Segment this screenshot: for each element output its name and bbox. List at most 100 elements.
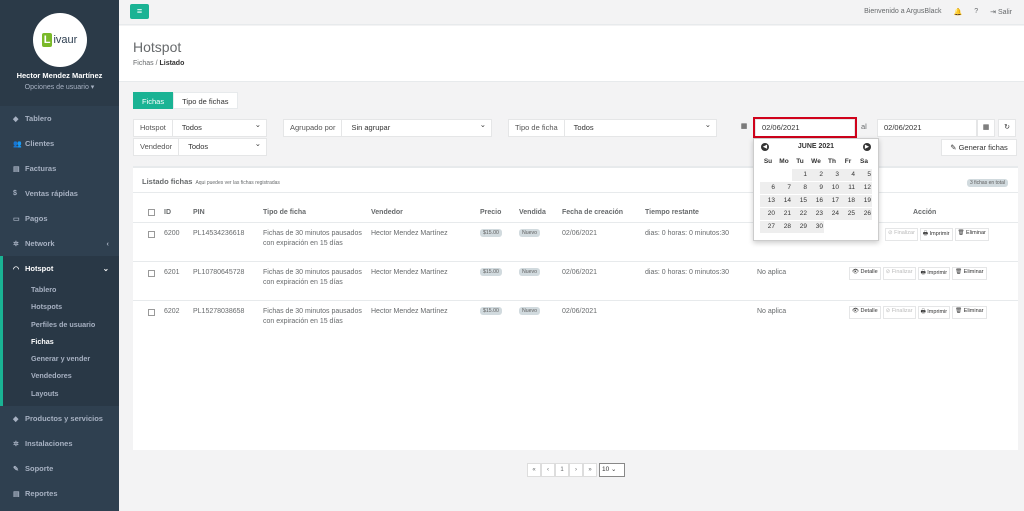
calendar-day[interactable]: 1 <box>792 169 808 181</box>
group-select[interactable]: Sin agrupar <box>342 117 491 136</box>
seller-select[interactable]: Todos <box>179 136 266 155</box>
col-pin[interactable]: PIN <box>193 209 205 216</box>
help-icon[interactable]: ? <box>974 8 978 16</box>
logout-link[interactable]: ⇥ Salir <box>990 8 1012 16</box>
detail-button[interactable]: 👁 Detalle <box>849 267 881 280</box>
calendar-icon: ▦ <box>740 123 748 130</box>
calendar-day[interactable]: 6 <box>760 182 776 194</box>
sub-item-generar[interactable]: Generar y vender <box>3 350 119 367</box>
user-options-menu[interactable]: Opciones de usuario ▾ <box>0 83 119 91</box>
calendar-day[interactable]: 19 <box>856 195 872 207</box>
calendar-day[interactable]: 11 <box>840 182 856 194</box>
calendar-day[interactable]: 25 <box>840 208 856 220</box>
tab-tipo-fichas[interactable]: Tipo de fichas <box>173 92 238 109</box>
row-checkbox[interactable] <box>148 270 155 277</box>
calendar-day[interactable]: 2 <box>808 169 824 181</box>
nav-item-soporte[interactable]: ✎ Soporte <box>0 456 119 481</box>
col-precio[interactable]: Precio <box>480 209 501 216</box>
print-button[interactable]: 🖶 Imprimir <box>917 306 951 319</box>
calendar-day[interactable]: 27 <box>760 221 776 233</box>
last-page-button[interactable]: » <box>583 463 597 477</box>
sub-item-vendedores[interactable]: Vendedores <box>3 367 119 384</box>
weekday-label: Tu <box>796 158 804 165</box>
nav-item-network[interactable]: ✲ Network ‹ <box>0 231 119 256</box>
row-checkbox[interactable] <box>148 231 155 238</box>
detail-button[interactable]: 👁 Detalle <box>849 306 881 319</box>
calendar-day[interactable]: 15 <box>792 195 808 207</box>
calendar-day[interactable]: 26 <box>856 208 872 220</box>
col-vendedor[interactable]: Vendedor <box>371 209 403 216</box>
chevron-left-icon: ‹ <box>106 239 110 248</box>
nav-item-hotspot[interactable]: ◠ Hotspot ⌄ <box>0 256 119 281</box>
sub-item-fichas[interactable]: Fichas <box>3 333 119 350</box>
sub-item-hotspots[interactable]: Hotspots <box>3 298 119 315</box>
col-tiempo[interactable]: Tiempo restante <box>645 209 699 216</box>
finish-button[interactable]: ⊘ Finalizar <box>882 267 916 280</box>
row-checkbox[interactable] <box>148 309 155 316</box>
nav-item-ventas[interactable]: $ Ventas rápidas <box>0 181 119 206</box>
calendar-day[interactable]: 22 <box>792 208 808 220</box>
nav-item-tablero[interactable]: ◆ Tablero <box>0 106 119 131</box>
sub-item-layouts[interactable]: Layouts <box>3 385 119 402</box>
nav-item-reportes[interactable]: ▤ Reportes <box>0 481 119 506</box>
calendar-day[interactable]: 12 <box>856 182 872 194</box>
date-to-input[interactable]: 02/06/2021 <box>877 119 977 137</box>
calendar-day[interactable]: 20 <box>760 208 776 220</box>
col-fecha[interactable]: Fecha de creación <box>562 209 623 216</box>
select-all-checkbox[interactable] <box>148 209 155 216</box>
calendar-day[interactable]: 28 <box>776 221 792 233</box>
prev-page-button[interactable]: ‹ <box>541 463 555 477</box>
calendar-day[interactable]: 21 <box>776 208 792 220</box>
calendar-day[interactable]: 16 <box>808 195 824 207</box>
calendar-day[interactable]: 4 <box>840 169 856 181</box>
profile-header: Livaur Hector Mendez Martínez Opciones d… <box>0 0 119 106</box>
calendar-day[interactable]: 3 <box>824 169 840 181</box>
calendar-day[interactable]: 29 <box>792 221 808 233</box>
page-1-button[interactable]: 1 <box>555 463 569 477</box>
calendar-icon[interactable]: ▦ <box>977 119 995 137</box>
col-tipo[interactable]: Tipo de ficha <box>263 209 306 216</box>
finish-button[interactable]: ⊘ Finalizar <box>885 228 918 241</box>
row-actions: ⊘ Finalizar 🖶 Imprimir 🗑 Eliminar <box>885 228 989 241</box>
hotspot-select[interactable]: Todos <box>173 117 266 136</box>
type-select[interactable]: Todos <box>565 117 716 136</box>
calendar-day[interactable]: 7 <box>776 182 792 194</box>
delete-button[interactable]: 🗑 Eliminar <box>952 267 987 280</box>
nav-item-instalaciones[interactable]: ✲ Instalaciones <box>0 431 119 456</box>
page-size-select[interactable]: 10 ⌄ <box>599 463 625 477</box>
nav-item-pagos[interactable]: ▭ Pagos <box>0 206 119 231</box>
print-button[interactable]: 🖶 Imprimir <box>919 228 953 241</box>
calendar-day[interactable]: 17 <box>824 195 840 207</box>
finish-button[interactable]: ⊘ Finalizar <box>882 306 916 319</box>
menu-toggle-button[interactable]: ≡ <box>130 4 149 19</box>
generate-fichas-button[interactable]: ✎ Generar fichas <box>941 139 1017 156</box>
calendar-day[interactable]: 24 <box>824 208 840 220</box>
calendar-day[interactable]: 18 <box>840 195 856 207</box>
sub-item-tablero[interactable]: Tablero <box>3 281 119 298</box>
print-button[interactable]: 🖶 Imprimir <box>917 267 951 280</box>
delete-button[interactable]: 🗑 Eliminar <box>952 306 987 319</box>
calendar-day[interactable]: 23 <box>808 208 824 220</box>
nav-item-clientes[interactable]: 👥 Clientes <box>0 131 119 156</box>
calendar-day[interactable]: 14 <box>776 195 792 207</box>
col-vendida[interactable]: Vendida <box>519 209 546 216</box>
first-page-button[interactable]: « <box>527 463 541 477</box>
refresh-icon[interactable]: ↻ <box>998 119 1016 137</box>
nav-item-facturas[interactable]: ▤ Facturas <box>0 156 119 181</box>
breadcrumb: Fichas / Listado <box>133 60 185 67</box>
calendar-day[interactable]: 30 <box>808 221 824 233</box>
next-month-icon[interactable]: ▶ <box>862 143 871 151</box>
calendar-day[interactable]: 8 <box>792 182 808 194</box>
nav-item-productos[interactable]: ◆ Productos y servicios <box>0 406 119 431</box>
next-page-button[interactable]: › <box>569 463 583 477</box>
calendar-day[interactable]: 9 <box>808 182 824 194</box>
prev-month-icon[interactable]: ◀ <box>761 143 769 151</box>
calendar-day[interactable]: 13 <box>760 195 776 207</box>
delete-button[interactable]: 🗑 Eliminar <box>954 228 989 241</box>
bell-icon[interactable]: 🔔 <box>954 8 963 16</box>
calendar-day[interactable]: 10 <box>824 182 840 194</box>
calendar-day[interactable]: 5 <box>856 169 872 181</box>
col-id[interactable]: ID <box>164 209 171 216</box>
sub-item-perfiles[interactable]: Perfiles de usuario <box>3 316 119 333</box>
tab-fichas[interactable]: Fichas <box>133 92 174 109</box>
